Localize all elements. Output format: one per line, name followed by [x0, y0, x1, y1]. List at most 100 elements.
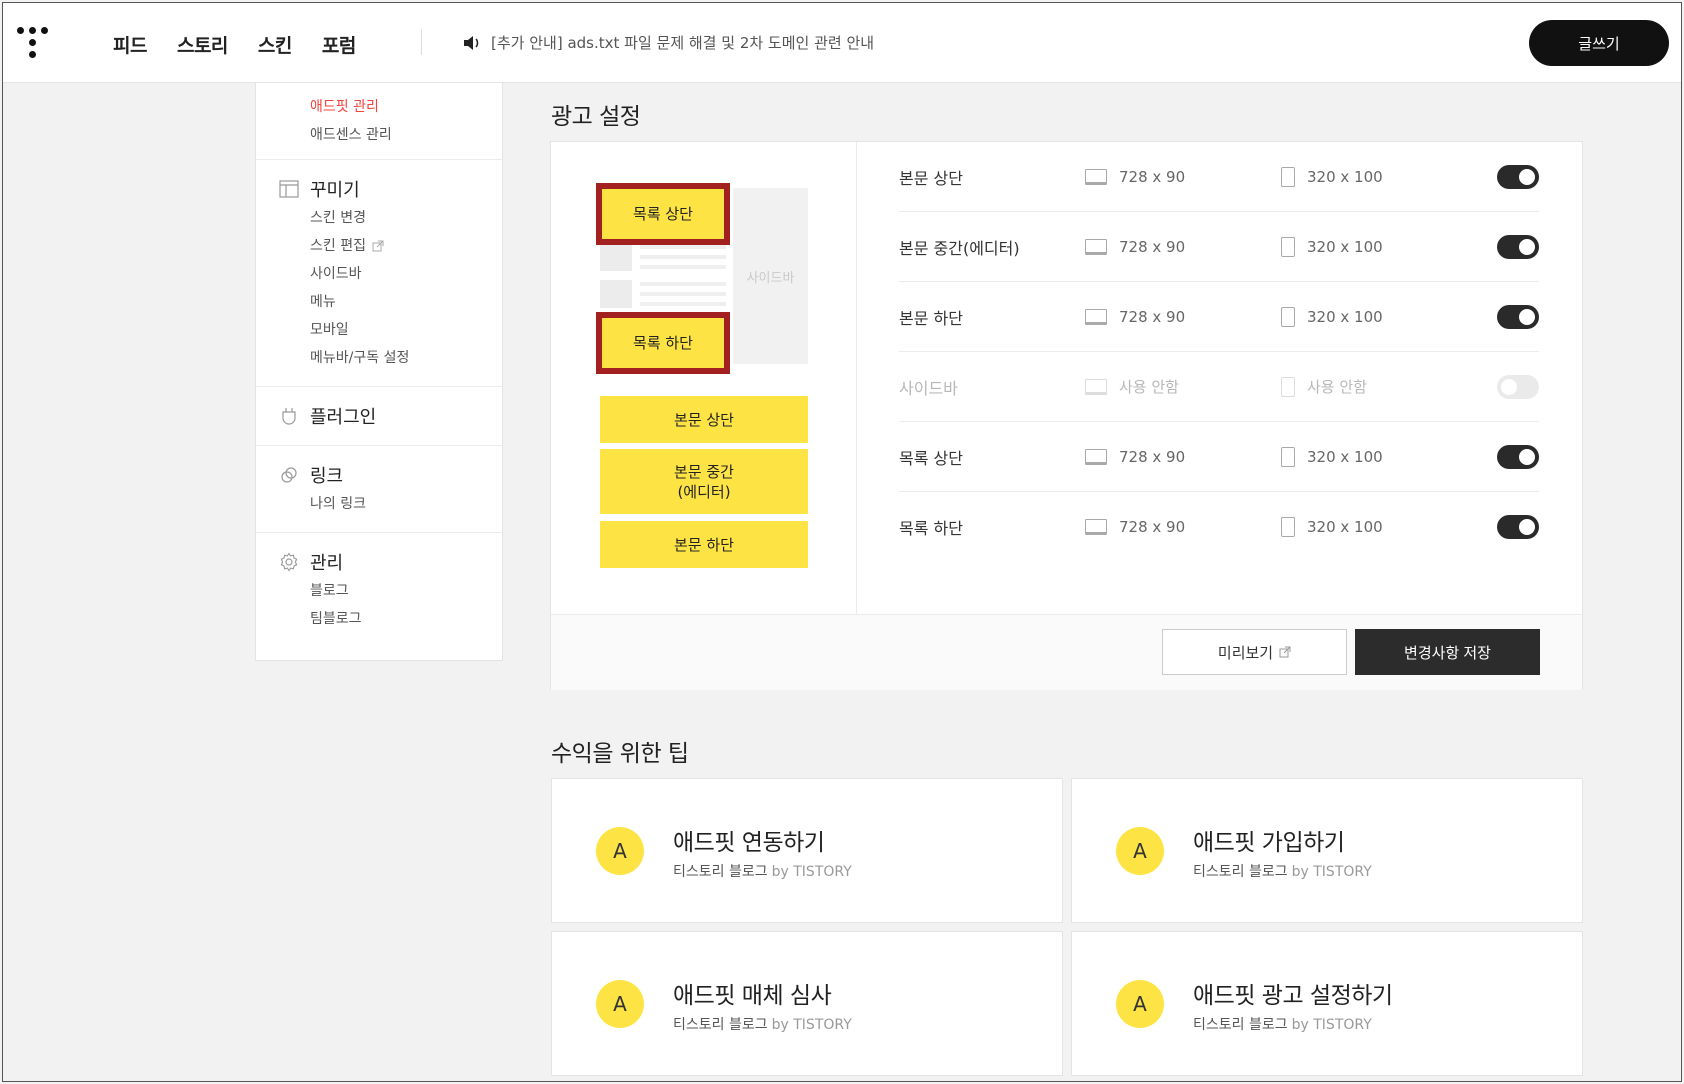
sidebar-head-decorate[interactable]: 꾸미기	[256, 174, 502, 204]
save-changes-button[interactable]: 변경사항 저장	[1355, 629, 1540, 675]
pc-size-value: 728 x 90	[1119, 237, 1186, 256]
tip-card-title: 애드핏 광고 설정하기	[1193, 983, 1393, 1009]
phone-icon	[1281, 376, 1295, 397]
tip-card[interactable]: A 애드핏 광고 설정하기 티스토리 블로그 by TISTORY	[1071, 931, 1583, 1076]
app-frame: 피드 스토리 스킨 포럼 [추가 안내] ads.txt 파일 문제 해결 및 …	[2, 2, 1682, 1082]
tip-source-by: by TISTORY	[771, 864, 852, 880]
write-button[interactable]: 글쓰기	[1529, 20, 1669, 66]
mobile-size: 320 x 100	[1281, 517, 1383, 537]
ad-slot-toggle[interactable]	[1497, 515, 1539, 539]
ad-slot-label: 목록 하단	[899, 519, 963, 538]
ad-slot-label: 목록 상단	[899, 448, 963, 468]
ad-settings-footer: 미리보기 변경사항 저장	[551, 614, 1582, 690]
tip-card[interactable]: A 애드핏 연동하기 티스토리 블로그 by TISTORY	[551, 778, 1063, 923]
tip-avatar: A	[596, 827, 644, 875]
sidebar-item-adfit[interactable]: 애드핏 관리	[256, 93, 502, 121]
sidebar-item-label: 스킨 편집	[310, 238, 366, 254]
monitor-icon	[1085, 378, 1107, 395]
tip-source-name: 티스토리 블로그	[1193, 864, 1288, 880]
pc-size-value: 사용 안함	[1119, 378, 1179, 396]
pc-size-value: 728 x 90	[1119, 167, 1186, 186]
ad-slot-toggle[interactable]	[1497, 444, 1539, 469]
nav-skin[interactable]: 스킨	[258, 31, 292, 58]
preview-body-bottom[interactable]: 본문 하단	[600, 521, 808, 568]
sidebar-item-teamblog[interactable]: 팀블로그	[256, 605, 502, 633]
sidebar-group-decorate: 꾸미기 스킨 변경 스킨 편집 사이드바 메뉴 모바일 메뉴바/구독 설정	[256, 160, 502, 387]
preview-thumb	[600, 243, 632, 271]
tip-avatar: A	[1116, 827, 1164, 875]
notice-text[interactable]: [추가 안내] ads.txt 파일 문제 해결 및 2차 도메인 관련 안내	[491, 32, 874, 53]
sidebar-item-skin-change[interactable]: 스킨 변경	[256, 204, 502, 232]
monitor-icon	[1085, 519, 1107, 535]
sidebar-item-skin-edit[interactable]: 스킨 편집	[256, 232, 502, 260]
header-divider	[421, 29, 422, 55]
pc-size: 728 x 90	[1085, 168, 1185, 186]
ad-slot-row: 사이드바 사용 안함 사용 안함	[899, 352, 1539, 422]
preview-line	[640, 292, 726, 296]
sidebar-item-mobile[interactable]: 모바일	[256, 316, 502, 344]
sidebar-item-adsense[interactable]: 애드센스 관리	[256, 121, 502, 149]
ad-slot-toggle[interactable]	[1497, 164, 1539, 189]
pc-size: 728 x 90	[1085, 448, 1185, 466]
sidebar-group-manage: 관리 블로그 팀블로그	[256, 533, 502, 647]
tip-card-title: 애드핏 연동하기	[673, 830, 825, 856]
preview-line	[640, 282, 726, 286]
mobile-size: 사용 안함	[1281, 376, 1367, 397]
ad-slot-toggle[interactable]	[1497, 304, 1539, 329]
preview-list-bottom[interactable]: 목록 하단	[596, 312, 730, 374]
tip-source-name: 티스토리 블로그	[1193, 1017, 1288, 1033]
link-icon	[278, 464, 300, 486]
preview-thumb	[600, 280, 632, 308]
tip-card[interactable]: A 애드핏 가입하기 티스토리 블로그 by TISTORY	[1071, 778, 1583, 923]
tip-card[interactable]: A 애드핏 매체 심사 티스토리 블로그 by TISTORY	[551, 931, 1063, 1076]
mobile-size: 320 x 100	[1281, 446, 1383, 467]
mobile-size-value: 320 x 100	[1307, 167, 1383, 186]
sidebar-head-plugin[interactable]: 플러그인	[256, 401, 502, 431]
sidebar-item-blog[interactable]: 블로그	[256, 577, 502, 605]
gear-icon	[278, 551, 300, 573]
sidebar-head-manage[interactable]: 관리	[256, 547, 502, 577]
tip-source-by: by TISTORY	[1291, 864, 1372, 880]
notice-banner[interactable]: [추가 안내] ads.txt 파일 문제 해결 및 2차 도메인 관련 안내	[463, 32, 874, 53]
tip-card-source: 티스토리 블로그 by TISTORY	[673, 861, 852, 881]
sidebar-item-menu[interactable]: 메뉴	[256, 288, 502, 316]
monitor-icon	[1085, 448, 1107, 465]
sidebar-head-label: 링크	[310, 466, 344, 487]
tip-source-by: by TISTORY	[771, 1017, 852, 1033]
tip-avatar: A	[596, 980, 644, 1028]
ad-slot-row: 본문 중간(에디터) 728 x 90 320 x 100	[899, 212, 1539, 282]
ad-slot-toggle[interactable]	[1497, 374, 1539, 399]
sidebar-head-label: 꾸미기	[310, 180, 360, 201]
speaker-icon	[464, 35, 479, 50]
tip-card-title: 애드핏 매체 심사	[673, 983, 832, 1009]
phone-icon	[1281, 166, 1295, 187]
ad-settings-title: 광고 설정	[551, 104, 641, 130]
preview-body-top[interactable]: 본문 상단	[600, 396, 808, 443]
ad-slot-toggle[interactable]	[1497, 234, 1539, 259]
sidebar-head-link[interactable]: 링크	[256, 460, 502, 490]
preview-body-middle-line1: 본문 중간	[674, 462, 734, 481]
ad-slot-label: 본문 상단	[899, 168, 963, 188]
tip-source-name: 티스토리 블로그	[673, 1017, 768, 1033]
tip-avatar: A	[1116, 980, 1164, 1028]
preview-line	[640, 245, 726, 249]
ad-slot-label: 본문 하단	[899, 308, 963, 328]
ad-slot-row: 목록 하단 728 x 90 320 x 100	[899, 492, 1539, 562]
tip-card-source: 티스토리 블로그 by TISTORY	[1193, 1014, 1372, 1034]
preview-list-top[interactable]: 목록 상단	[596, 183, 730, 245]
global-nav: 피드 스토리 스킨 포럼	[113, 31, 356, 58]
sidebar-item-menubar[interactable]: 메뉴바/구독 설정	[256, 344, 502, 372]
tip-card-source: 티스토리 블로그 by TISTORY	[673, 1014, 852, 1034]
ad-settings-panel: 사이드바 목록 상단 목록 하단 본문 상단 본문 중간 (에디터) 본문 하단…	[550, 141, 1583, 690]
preview-button[interactable]: 미리보기	[1162, 629, 1347, 675]
ad-slot-row: 목록 상단 728 x 90 320 x 100	[899, 422, 1539, 492]
nav-story[interactable]: 스토리	[177, 31, 228, 58]
sidebar-item-my-link[interactable]: 나의 링크	[256, 490, 502, 518]
nav-forum[interactable]: 포럼	[322, 31, 356, 58]
sidebar-item-sidebar[interactable]: 사이드바	[256, 260, 502, 288]
nav-feed[interactable]: 피드	[113, 31, 147, 58]
tistory-logo[interactable]	[17, 27, 51, 61]
ad-slot-label: 사이드바	[899, 378, 958, 398]
preview-body-middle[interactable]: 본문 중간 (에디터)	[600, 449, 808, 514]
ad-layout-preview: 사이드바 목록 상단 목록 하단 본문 상단 본문 중간 (에디터) 본문 하단	[551, 142, 857, 614]
